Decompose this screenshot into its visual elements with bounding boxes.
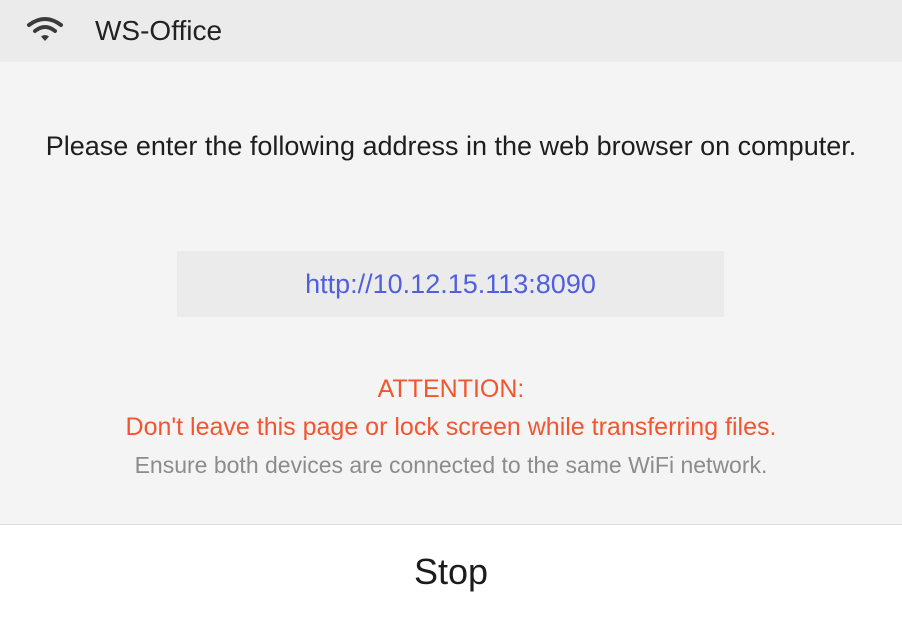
wifi-icon [26, 16, 64, 44]
attention-title: ATTENTION: [377, 375, 525, 403]
wifi-hint: Ensure both devices are connected to the… [134, 452, 768, 478]
footer: Stop [0, 525, 902, 618]
address-box: http://10.12.15.113:8090 [177, 251, 724, 317]
network-name: WS-Office [95, 15, 223, 46]
instruction-text: Please enter the following address in th… [45, 131, 857, 161]
top-bar: WS-Office [0, 0, 902, 62]
attention-warning: Don't leave this page or lock screen whi… [125, 413, 777, 441]
stop-button[interactable]: Stop [0, 525, 902, 618]
server-address: http://10.12.15.113:8090 [305, 268, 596, 299]
transfer-info-panel: Please enter the following address in th… [0, 62, 902, 524]
